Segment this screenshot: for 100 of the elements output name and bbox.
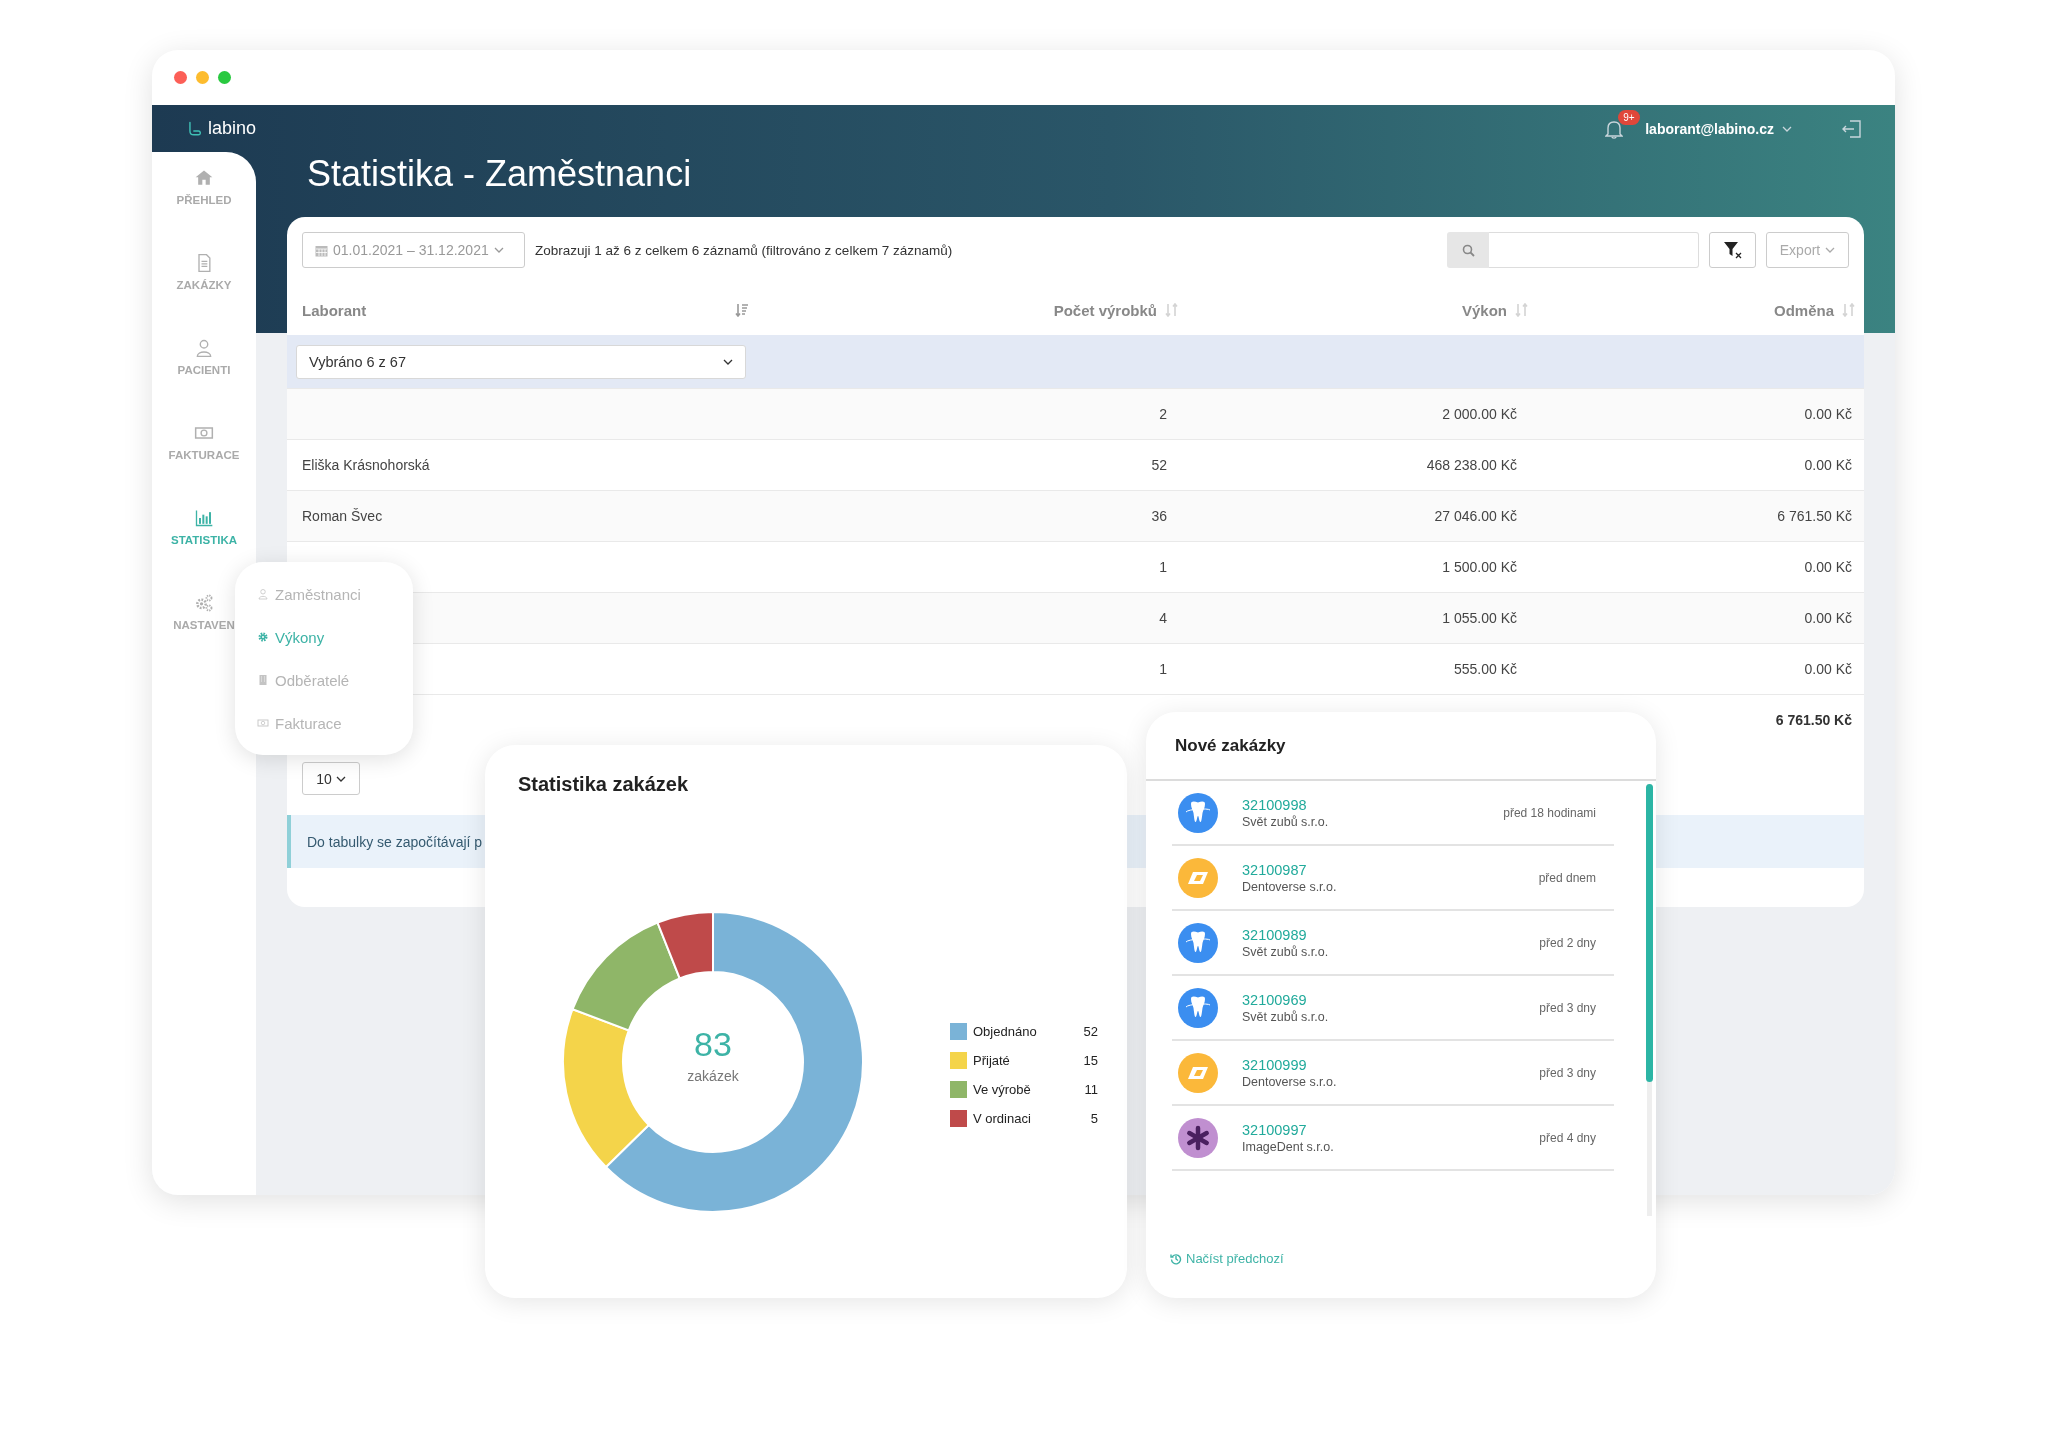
sidebar-item[interactable]: FAKTURACE <box>152 423 256 508</box>
sort-icon[interactable] <box>1842 303 1856 317</box>
table-cell: 0.00 Kč <box>1804 559 1852 575</box>
clear-filter-button[interactable] <box>1709 232 1756 268</box>
table-cell: 52 <box>1151 457 1167 473</box>
legend-value: 5 <box>1090 1110 1098 1126</box>
order-time: před dnem <box>1538 870 1596 885</box>
search-icon <box>1461 243 1475 257</box>
table-cell: 2 <box>1159 406 1167 422</box>
search-field[interactable] <box>1447 232 1699 268</box>
order-item[interactable]: 32100998 Svět zubů s.r.o. před 18 hodinami <box>1172 781 1614 846</box>
legend-value: 11 <box>1084 1081 1098 1097</box>
column-header[interactable]: Odměna <box>1774 301 1834 319</box>
sidebar-item[interactable]: PACIENTI <box>152 338 256 423</box>
table-cell: 6 761.50 Kč <box>1777 508 1852 524</box>
table-cell: Eliška Krásnohorská <box>302 457 430 473</box>
legend-value: 15 <box>1083 1052 1098 1068</box>
history-icon <box>1170 1252 1182 1265</box>
legend-value: 52 <box>1083 1023 1098 1039</box>
close-button[interactable] <box>174 71 187 84</box>
chevron-icon <box>335 775 346 782</box>
logout-icon[interactable] <box>1842 118 1862 139</box>
sidebar-item[interactable]: STATISTIKA <box>152 508 256 593</box>
person-icon <box>257 588 269 600</box>
client-name: ImageDent s.r.o. <box>1242 1139 1335 1154</box>
bar-chart-icon <box>194 508 214 528</box>
chevron-icon <box>1782 125 1792 132</box>
submenu-item[interactable]: Fakturace <box>257 701 413 745</box>
client-name: Svět zubů s.r.o. <box>1242 1009 1330 1024</box>
column-header[interactable]: Počet výrobků <box>1053 301 1157 319</box>
table-cell: 1 055.00 Kč <box>1442 610 1517 626</box>
calendar-icon <box>315 243 328 257</box>
submenu-item[interactable]: Výkony <box>257 615 413 659</box>
order-time: před 2 dny <box>1539 935 1596 950</box>
chevron-icon <box>723 358 733 365</box>
column-header[interactable]: Výkon <box>1462 301 1507 319</box>
table-cell: 27 046.00 Kč <box>1434 508 1517 524</box>
submenu-item[interactable]: Odběratelé <box>257 658 413 702</box>
date-range-field[interactable]: 01.01.2021 – 31.12.2021 <box>302 232 525 268</box>
user-menu[interactable]: laborant@labino.cz <box>1645 120 1792 137</box>
load-more-link[interactable]: Načíst předchozí <box>1170 1251 1284 1266</box>
legend-label: Přijaté <box>973 1052 1011 1068</box>
order-item[interactable]: 32100969 Svět zubů s.r.o. před 3 dny <box>1172 976 1614 1041</box>
sidebar-item[interactable]: NASTAVEN <box>152 593 256 678</box>
sidebar-item[interactable]: PŘEHLED <box>152 168 256 253</box>
gear-icon <box>257 631 269 643</box>
sort-icon[interactable] <box>735 303 749 317</box>
column-header[interactable]: Laborant <box>302 301 367 319</box>
minimize-button[interactable] <box>196 71 209 84</box>
order-item[interactable]: 32100989 Svět zubů s.r.o. před 2 dny <box>1172 911 1614 976</box>
order-item[interactable]: 32100997 ImageDent s.r.o. před 4 dny <box>1172 1106 1614 1171</box>
table-cell: 2 000.00 Kč <box>1442 406 1517 422</box>
legend-label: V ordinaci <box>973 1110 1032 1126</box>
export-button[interactable]: Export <box>1766 232 1849 268</box>
client-name: Dentoverse s.r.o. <box>1242 879 1338 894</box>
table-cell: 36 <box>1151 508 1167 524</box>
client-name: Dentoverse s.r.o. <box>1242 1074 1338 1089</box>
page-title: Statistika - Zaměstnanci <box>306 152 693 196</box>
order-item[interactable]: 32100987 Dentoverse s.r.o. před dnem <box>1172 846 1614 911</box>
client-name: Svět zubů s.r.o. <box>1242 814 1330 829</box>
legend-label: Ve výrobě <box>973 1081 1032 1097</box>
home-icon <box>194 168 214 188</box>
table-cell: 0.00 Kč <box>1804 457 1852 473</box>
table-cell: 4 <box>1159 610 1167 626</box>
page-size-select[interactable]: 10 <box>302 762 360 795</box>
table-cell: 0.00 Kč <box>1804 406 1852 422</box>
card-title: Statistika zakázek <box>518 773 689 796</box>
order-id-link[interactable]: 32100987 <box>1242 861 1307 878</box>
table-cell: 1 <box>1159 661 1167 677</box>
table-cell: 0.00 Kč <box>1804 661 1852 677</box>
funnel-icon <box>1722 241 1743 259</box>
notification-badge: 9+ <box>1618 109 1640 125</box>
order-id-link[interactable]: 32100969 <box>1242 991 1307 1008</box>
chevron-icon <box>1825 247 1836 253</box>
submenu-item[interactable]: Zaměstnanci <box>257 572 413 616</box>
sort-icon[interactable] <box>1515 303 1529 317</box>
order-time: před 3 dny <box>1539 1065 1596 1080</box>
building-icon <box>257 674 269 686</box>
legend-label: Objednáno <box>973 1023 1038 1039</box>
sort-icon[interactable] <box>1165 303 1179 317</box>
order-id-link[interactable]: 32100998 <box>1242 796 1307 813</box>
bell-icon[interactable] <box>1605 118 1624 139</box>
order-id-link[interactable]: 32100997 <box>1242 1121 1307 1138</box>
info-note: Do tabulky se započítávají p <box>307 833 483 850</box>
card-title: Nové zakázky <box>1175 735 1286 756</box>
zoom-button[interactable] <box>218 71 231 84</box>
total-label: zakázek <box>687 1068 739 1084</box>
order-time: před 4 dny <box>1539 1130 1596 1145</box>
order-item[interactable]: 32100999 Dentoverse s.r.o. před 3 dny <box>1172 1041 1614 1106</box>
total-cell: 6 761.50 Kč <box>1775 712 1852 728</box>
table-cell: 1 <box>1159 559 1167 575</box>
table-cell: 1 500.00 Kč <box>1442 559 1517 575</box>
sidebar-item[interactable]: ZAKÁZKY <box>152 253 256 338</box>
total-count: 83 <box>694 1025 732 1064</box>
laborant-filter-select[interactable]: Vybráno 6 z 67 <box>296 344 746 379</box>
scrollbar[interactable] <box>1646 784 1653 1082</box>
table-cell: 468 238.00 Kč <box>1426 457 1517 473</box>
banknote-icon <box>257 717 269 729</box>
order-id-link[interactable]: 32100999 <box>1242 1056 1307 1073</box>
order-id-link[interactable]: 32100989 <box>1242 926 1307 943</box>
